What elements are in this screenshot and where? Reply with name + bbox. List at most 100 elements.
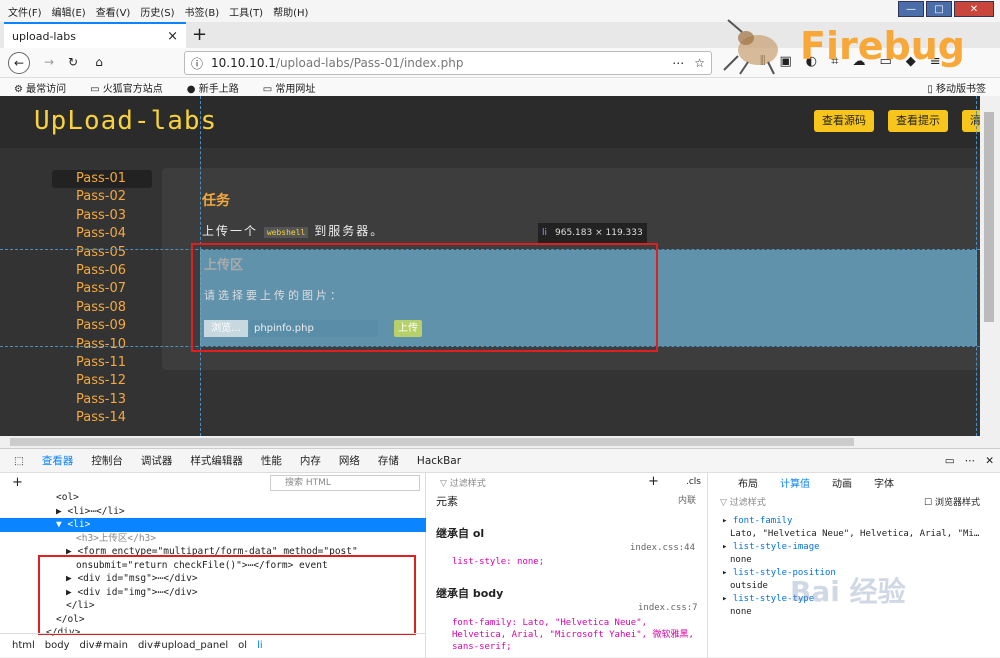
computed-prop[interactable]: ▸ list-style-image [722,541,996,554]
tab-storage[interactable]: 存储 [378,453,399,468]
tree-node[interactable]: <h3>上传区</h3> [0,532,426,546]
sidepanel-tabs: 布局 计算值 动画 字体 [710,473,1000,491]
menu-edit[interactable]: 编辑(E) [52,4,86,19]
inherit-body-label: 继承自 body [436,587,504,600]
pick-element-icon[interactable]: ⬚ [14,455,24,467]
sidebar-item-pass-14[interactable]: Pass-14 [52,409,152,427]
tree-node[interactable]: ▶ <li>⋯</li> [0,505,426,519]
add-rule-icon[interactable]: + [648,474,659,489]
back-arrow-icon[interactable]: ← [8,52,30,74]
sidebar-item-pass-11[interactable]: Pass-11 [52,354,152,372]
sidebar-item-pass-10[interactable]: Pass-10 [52,336,152,354]
dock-icon[interactable]: ▭ [945,455,955,467]
devtools-close-icon[interactable]: ✕ [985,455,994,467]
body-rule[interactable]: font-family: Lato, "Helvetica Neue", Hel… [452,617,696,653]
new-tab-button[interactable]: + [192,24,207,45]
home-icon[interactable]: ⌂ [88,52,110,74]
baidu-watermark: Bai 经验 [790,575,906,608]
bookmark-getting-started[interactable]: ● 新手上路 [187,80,251,95]
window-controls: — □ ✕ [896,1,994,17]
task-description: 上传一个 webshell 到服务器。 [202,224,385,238]
computed-filter-input[interactable]: ▽ 过滤样式 [720,495,766,508]
tab-computed[interactable]: 计算值 [780,475,810,490]
minimize-button[interactable]: — [898,1,924,17]
bookmarks-bar: ⚙ 最常访问 ▭ 火狐官方站点 ● 新手上路 ▭ 常用网址 [0,78,1000,96]
sidebar-item-pass-02[interactable]: Pass-02 [52,188,152,206]
sidebar-item-pass-05[interactable]: Pass-05 [52,244,152,262]
page-vertical-scrollbar[interactable] [980,96,1000,436]
task-title: 任务 [202,193,230,209]
sidebar-item-pass-07[interactable]: Pass-07 [52,280,152,298]
tab-animations[interactable]: 动画 [832,475,852,490]
computed-value: Lato, "Helvetica Neue", Helvetica, Arial… [730,529,980,539]
tab-debugger[interactable]: 调试器 [141,453,173,468]
view-source-button[interactable]: 查看源码 [814,110,874,132]
filter-styles-input[interactable]: ▽ 过滤样式 [440,476,640,490]
bookmark-firefox[interactable]: ▭ 火狐官方站点 [90,80,175,95]
tab-close-icon[interactable]: × [167,29,178,44]
sidebar-item-pass-08[interactable]: Pass-08 [52,299,152,317]
cls-toggle[interactable]: .cls [686,477,701,487]
close-window-button[interactable]: ✕ [954,1,994,17]
breadcrumb-item[interactable]: html [12,640,35,651]
sidebar-item-pass-03[interactable]: Pass-03 [52,207,152,225]
tab-style-editor[interactable]: 样式编辑器 [190,453,243,468]
breadcrumb: html body div#main div#upload_panel ol l… [0,633,426,657]
html-tree-pane: + 搜索 HTML <ol> ▶ <li>⋯</li> ▼ <li> <h3>上… [0,473,426,658]
sidebar-item-pass-13[interactable]: Pass-13 [52,391,152,409]
star-icon[interactable]: ☆ [694,56,705,70]
tab-console[interactable]: 控制台 [91,453,123,468]
url-bar[interactable]: ⓘ 10.10.10.1 /upload-labs/Pass-01/index.… [184,51,712,75]
breadcrumb-item[interactable]: div#main [80,640,128,651]
scroll-thumb[interactable] [984,112,994,322]
scroll-thumb[interactable] [10,438,854,446]
menu-file[interactable]: 文件(F) [8,4,42,19]
rules-pane: ▽ 过滤样式 + .cls 元素 内联 继承自 ol index.css:44 … [426,473,708,658]
html-search-input[interactable]: 搜索 HTML [270,475,420,491]
browser-tab[interactable]: upload-labs × [4,22,186,48]
ol-source-link[interactable]: index.css:44 [630,543,695,553]
bookmark-common[interactable]: ▭ 常用网址 [263,80,328,95]
more-icon[interactable]: ⋯ [672,56,684,70]
sidebar-item-pass-06[interactable]: Pass-06 [52,262,152,280]
tab-inspector[interactable]: 查看器 [42,453,74,468]
tab-performance[interactable]: 性能 [261,453,282,468]
menu-view[interactable]: 查看(V) [96,4,131,19]
browser-styles-checkbox[interactable]: ☐ 浏览器样式 [924,495,980,508]
menu-bookmarks[interactable]: 书签(B) [185,4,220,19]
bookmark-most-visited[interactable]: ⚙ 最常访问 [14,80,78,95]
clear-button[interactable]: 清 [962,110,980,132]
computed-prop[interactable]: ▸ font-family [722,515,996,528]
sidebar-item-pass-04[interactable]: Pass-04 [52,225,152,243]
add-node-icon[interactable]: + [12,475,23,490]
breadcrumb-item[interactable]: li [257,640,263,651]
tab-layout[interactable]: 布局 [738,475,758,490]
tab-fonts[interactable]: 字体 [874,475,894,490]
menu-history[interactable]: 历史(S) [140,4,174,19]
sidebar-item-pass-01[interactable]: Pass-01 [52,170,152,189]
tooltip-tag: li [542,228,548,238]
tab-network[interactable]: 网络 [339,453,360,468]
tree-node[interactable]: <ol> [0,491,426,505]
sidebar-item-pass-09[interactable]: Pass-09 [52,317,152,335]
tree-node-selected[interactable]: ▼ <li> [0,518,426,532]
forward-arrow-icon[interactable]: → [38,52,60,74]
info-icon[interactable]: ⓘ [191,55,203,72]
breadcrumb-item[interactable]: body [45,640,70,651]
menu-help[interactable]: 帮助(H) [273,4,308,19]
view-hint-button[interactable]: 查看提示 [888,110,948,132]
body-source-link[interactable]: index.css:7 [638,603,698,613]
menu-tools[interactable]: 工具(T) [229,4,263,19]
tab-hackbar[interactable]: HackBar [417,455,461,467]
reload-icon[interactable]: ↻ [62,52,84,74]
devtools-menu-icon[interactable]: ⋯ [965,455,976,467]
maximize-button[interactable]: □ [926,1,952,17]
tab-memory[interactable]: 内存 [300,453,321,468]
breadcrumb-item[interactable]: ol [238,640,247,651]
page-horizontal-scrollbar[interactable] [0,436,1000,448]
site-logo[interactable]: UpLoad-labs [34,106,217,136]
sidebar-item-pass-12[interactable]: Pass-12 [52,372,152,390]
breadcrumb-item[interactable]: div#upload_panel [138,640,228,651]
ol-rule[interactable]: list-style: none; [452,557,544,567]
mobile-bookmarks[interactable]: ▯ 移动版书签 [927,80,986,95]
